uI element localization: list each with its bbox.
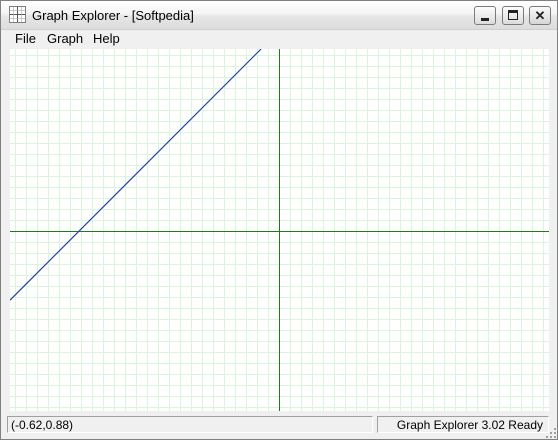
window-controls: ✕: [472, 6, 551, 25]
status-message: Graph Explorer 3.02 Ready: [377, 416, 549, 433]
graph-app-icon[interactable]: [9, 6, 26, 23]
coordinate-readout: (-0.62,0.88): [7, 416, 373, 433]
minimize-icon: [481, 18, 490, 21]
menu-file[interactable]: File: [10, 31, 41, 47]
window-title: Graph Explorer - [Softpedia]: [32, 8, 194, 23]
maximize-button[interactable]: [501, 6, 524, 25]
menu-bar: File Graph Help: [1, 30, 557, 48]
minimize-button[interactable]: [474, 6, 497, 25]
maximize-icon: [507, 10, 518, 20]
close-icon: ✕: [534, 8, 546, 23]
status-bar: (-0.62,0.88) Graph Explorer 3.02 Ready: [1, 413, 557, 439]
menu-graph[interactable]: Graph: [42, 31, 88, 47]
resize-grip-icon[interactable]: [545, 427, 557, 439]
plotted-line: [10, 49, 262, 301]
graph-plot[interactable]: [10, 49, 549, 411]
app-window: Graph Explorer - [Softpedia] ✕ File Grap…: [0, 0, 558, 440]
title-bar[interactable]: Graph Explorer - [Softpedia] ✕: [1, 1, 557, 30]
graph-canvas[interactable]: [10, 49, 549, 411]
menu-help[interactable]: Help: [88, 31, 125, 47]
close-button[interactable]: ✕: [529, 6, 551, 25]
